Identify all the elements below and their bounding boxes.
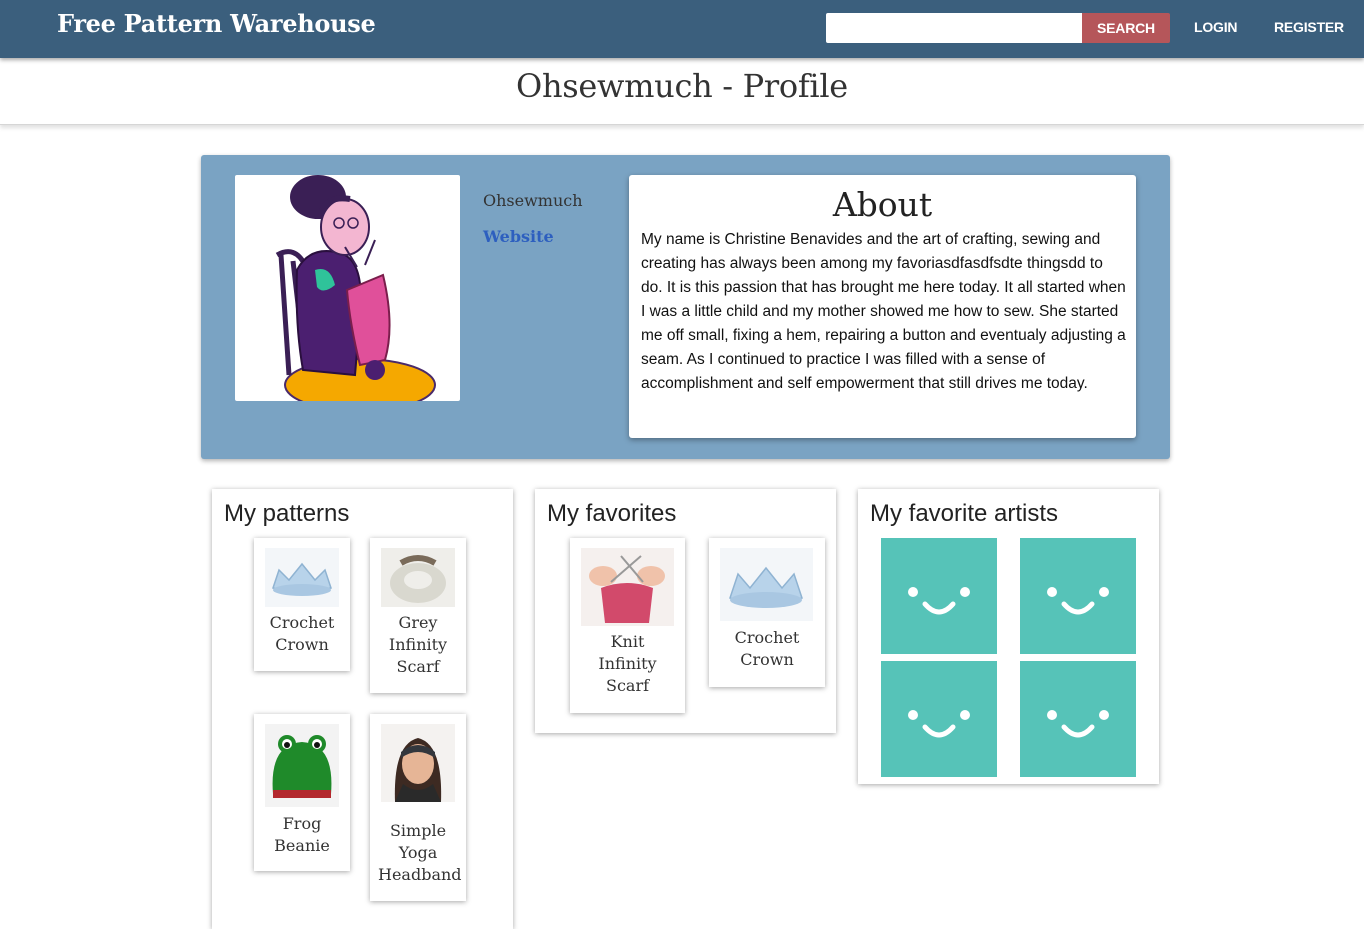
favorite-card-crochet-crown[interactable]: Crochet Crown [709, 538, 825, 687]
pattern-card-frog-beanie[interactable]: Frog Beanie [254, 714, 350, 871]
smiley-avatar-icon [908, 710, 970, 738]
my-favorites-panel: My favorites Knit Infinity Scarf Crochet… [535, 489, 836, 733]
brand-logo-link[interactable]: Free Pattern Warehouse [57, 9, 376, 38]
pattern-name: Frog Beanie [274, 814, 330, 855]
smiley-avatar-icon [908, 587, 970, 615]
about-card: About My name is Christine Benavides and… [629, 175, 1136, 438]
pattern-name: Simple Yoga Headband [378, 821, 462, 884]
crochet-crown-thumbnail-icon [720, 548, 813, 621]
pattern-card-simple-yoga-headband[interactable]: Simple Yoga Headband [370, 714, 466, 901]
artist-avatar-tile[interactable] [1020, 661, 1136, 777]
about-title: About [832, 185, 933, 224]
page-title: Ohsewmuch - Profile [516, 67, 848, 105]
register-link[interactable]: REGISTER [1274, 19, 1344, 35]
artist-avatar-tile[interactable] [1020, 538, 1136, 654]
artist-avatar-tile[interactable] [881, 661, 997, 777]
avatar [235, 175, 460, 401]
grey-scarf-thumbnail-icon [381, 548, 455, 607]
profile-card: Ohsewmuch Website About My name is Chris… [201, 155, 1170, 459]
my-favorites-title: My favorites [547, 500, 677, 527]
artist-avatar-tile[interactable] [881, 538, 997, 654]
favorite-name: Knit Infinity Scarf [598, 632, 657, 695]
top-navbar: Free Pattern Warehouse SEARCH LOGIN REGI… [0, 0, 1364, 58]
smiley-avatar-icon [1047, 710, 1109, 738]
crochet-crown-thumbnail-icon [265, 548, 339, 607]
my-favorite-artists-panel: My favorite artists [858, 489, 1159, 784]
website-link[interactable]: Website [483, 227, 554, 246]
frog-beanie-thumbnail-icon [265, 724, 339, 807]
my-favorite-artists-title: My favorite artists [870, 500, 1059, 527]
my-patterns-panel: My patterns Crochet Crown Grey Infinity … [212, 489, 513, 929]
knitting-grandma-avatar-icon [275, 175, 436, 401]
search-input[interactable] [826, 13, 1082, 43]
about-text: My name is Christine Benavides and the a… [641, 231, 1126, 392]
page-title-bar: Ohsewmuch - Profile [0, 58, 1364, 125]
pattern-name: Crochet Crown [269, 613, 335, 654]
favorite-name: Crochet Crown [734, 628, 800, 669]
search-button[interactable]: SEARCH [1082, 13, 1170, 43]
pattern-card-crochet-crown[interactable]: Crochet Crown [254, 538, 350, 671]
pattern-card-grey-infinity-scarf[interactable]: Grey Infinity Scarf [370, 538, 466, 693]
yoga-headband-thumbnail-icon [381, 724, 455, 802]
my-patterns-title: My patterns [224, 500, 350, 527]
profile-username: Ohsewmuch [483, 191, 583, 210]
login-link[interactable]: LOGIN [1194, 19, 1238, 35]
pattern-name: Grey Infinity Scarf [388, 613, 448, 676]
knitting-thumbnail-icon [581, 548, 674, 626]
smiley-avatar-icon [1047, 587, 1109, 615]
favorite-card-knit-infinity-scarf[interactable]: Knit Infinity Scarf [570, 538, 685, 713]
